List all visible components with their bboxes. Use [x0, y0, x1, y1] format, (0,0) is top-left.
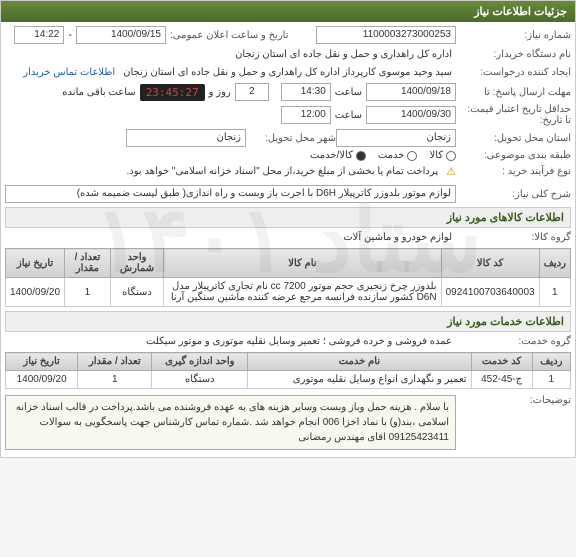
contact-link[interactable]: اطلاعات تماس خریدار: [19, 65, 119, 80]
warning-icon: ⚠: [446, 165, 456, 178]
radio-both[interactable]: کالا/خدمت: [310, 150, 366, 161]
panel-header: جزئیات اطلاعات نیاز: [1, 1, 575, 22]
days-remaining: 2: [235, 83, 269, 101]
svc-th-name: نام خدمت: [248, 353, 471, 371]
goods-group-value: لوازم خودرو و ماشین آلات: [339, 230, 456, 245]
city-value: زنجان: [126, 129, 246, 147]
goods-th-date: تاریخ نیاز: [6, 249, 65, 278]
city-label: شهر محل تحویل:: [246, 133, 336, 144]
province-label: استان محل تحویل:: [456, 133, 571, 144]
announce-time: 14:22: [14, 26, 64, 44]
goods-th-code: کد کالا: [441, 249, 539, 278]
services-section-title: اطلاعات خدمات مورد نیاز: [5, 311, 571, 332]
category-label: طبقه بندی موضوعی:: [456, 150, 571, 161]
radio-goods[interactable]: کالا: [429, 150, 456, 161]
province-value: زنجان: [336, 129, 456, 147]
category-radio-group: کالا خدمت کالا/خدمت: [310, 150, 456, 161]
services-table: ردیف کد خدمت نام خدمت واحد اندازه گیری ت…: [5, 352, 571, 389]
creator-label: ایجاد کننده درخواست:: [456, 67, 571, 78]
services-group-label: گروه خدمت:: [456, 336, 571, 347]
svc-th-date: تاریخ نیاز: [6, 353, 78, 371]
notes-label: توضیحات:: [456, 395, 571, 406]
goods-th-unit: واحد شمارش: [110, 249, 164, 278]
day-label: روز و: [205, 85, 235, 100]
min-valid-label: حداقل تاریخ اعتبار قیمت: تا تاریخ:: [456, 104, 571, 126]
reply-hour-label: ساعت: [331, 85, 366, 100]
svc-th-row: ردیف: [532, 353, 570, 371]
buyer-org-label: نام دستگاه خریدار:: [456, 49, 571, 60]
purchase-note: پرداخت تمام یا بخشی از مبلغ خرید،از محل …: [123, 164, 443, 179]
notes-text: با سلام . هزینه حمل وباز وبست وسایر هزین…: [5, 395, 456, 450]
svc-th-code: کد خدمت: [471, 353, 532, 371]
announce-date: 1400/09/15: [76, 26, 166, 44]
goods-section-title: اطلاعات کالاهای مورد نیاز: [5, 207, 571, 228]
reply-date: 1400/09/18: [366, 83, 456, 101]
table-row: 1 ج-45-452 تعمیر و نگهداری انواع وسایل ن…: [6, 371, 571, 389]
goods-table: ردیف کد کالا نام کالا واحد شمارش تعداد /…: [5, 248, 571, 307]
countdown-suffix: ساعت باقی مانده: [58, 85, 139, 100]
countdown-timer: 23:45:27: [140, 84, 205, 101]
need-no-label: شماره نیاز:: [456, 30, 571, 41]
min-valid-hour-label: ساعت: [331, 108, 366, 123]
reply-hour: 14:30: [281, 83, 331, 101]
services-group-value: عمده فروشی و خرده فروشی ؛ تعمیر وسایل نق…: [142, 334, 456, 349]
goods-th-name: نام کالا: [164, 249, 441, 278]
need-desc-label: شرح کلی نیاز:: [456, 189, 571, 200]
need-desc-value: لوازم موتور بلدوزر کاترپیلار D6H با اجرت…: [5, 185, 456, 203]
announce-label: تاریخ و ساعت اعلان عمومی:: [166, 30, 316, 41]
goods-group-label: گروه کالا:: [456, 232, 571, 243]
min-valid-date: 1400/09/30: [366, 106, 456, 124]
reply-deadline-label: مهلت ارسال پاسخ: تا: [456, 87, 571, 98]
creator-value: سید وحید موسوی کارپرداز اداره کل راهداری…: [119, 65, 456, 80]
svc-th-unit: واحد اندازه گیری: [152, 353, 248, 371]
table-row: 1 0924100703640003 بلدوزر چرخ زنجیری حجم…: [6, 278, 571, 307]
svc-th-qty: تعداد / مقدار: [78, 353, 152, 371]
goods-th-qty: تعداد / مقدار: [65, 249, 111, 278]
radio-service[interactable]: خدمت: [378, 150, 418, 161]
panel-title: جزئیات اطلاعات نیاز: [474, 6, 567, 18]
purchase-type-label: نوع فرآیند خرید :: [456, 166, 571, 177]
need-no-value: 1100003273000253: [316, 26, 456, 44]
min-valid-hour: 12:00: [281, 106, 331, 124]
buyer-org-value: اداره کل راهداری و حمل و نقل جاده ای است…: [231, 47, 456, 62]
goods-th-row: ردیف: [539, 249, 570, 278]
